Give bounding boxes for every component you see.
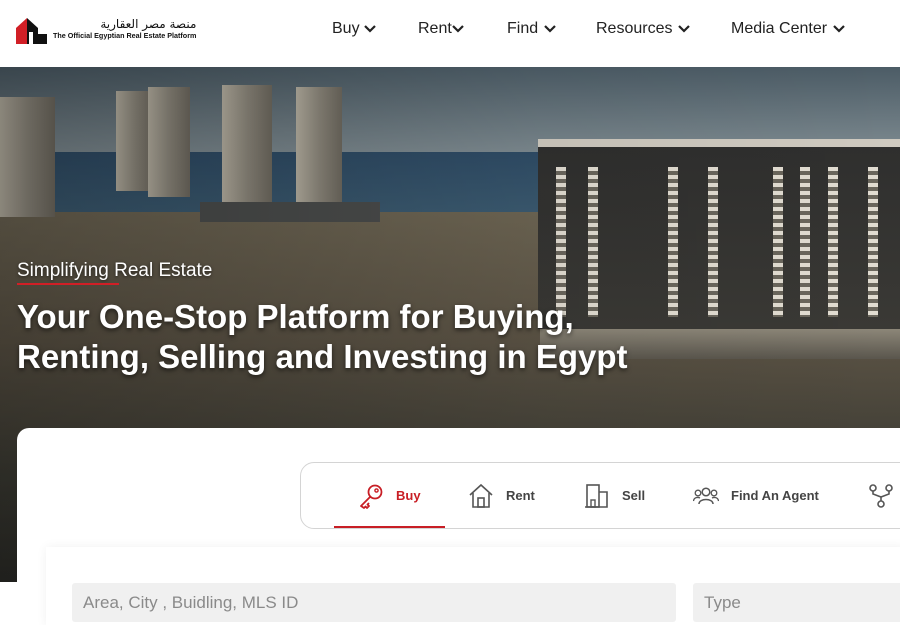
property-type-select[interactable] — [693, 583, 900, 622]
site-logo[interactable]: منصة مصر العقارية The Official Egyptian … — [16, 14, 196, 44]
nav-item-label: Find — [507, 20, 539, 37]
chevron-down-icon — [544, 20, 556, 38]
hero-title: Your One-Stop Platform for Buying, Renti… — [17, 297, 717, 377]
chevron-down-icon — [363, 20, 376, 38]
branch-icon — [869, 483, 893, 509]
tab-label: Rent — [506, 488, 535, 503]
tab-label: Find An Agent — [731, 488, 819, 503]
house-icon — [468, 483, 494, 509]
logo-arabic-text: منصة مصر العقارية — [100, 17, 197, 31]
chevron-down-icon — [452, 20, 464, 38]
logo-mark-icon — [16, 14, 47, 44]
nav-item-rent[interactable]: Rent — [418, 20, 464, 38]
nav-item-resources[interactable]: Resources — [596, 20, 691, 38]
tab-more[interactable] — [869, 463, 900, 528]
nav-item-label: Resources — [596, 20, 673, 37]
nav-item-buy[interactable]: Buy — [332, 20, 376, 38]
active-tab-indicator — [334, 526, 445, 528]
hero-title-line: Renting, Selling and Investing in Egypt — [17, 338, 628, 375]
tab-label: Buy — [396, 488, 421, 503]
hero-kicker-underline — [17, 283, 119, 285]
site-header: منصة مصر العقارية The Official Egyptian … — [0, 0, 900, 67]
nav-item-label: Media Center — [731, 20, 828, 37]
nav-item-label: Buy — [332, 20, 360, 37]
nav-item-media-center[interactable]: Media Center — [731, 20, 845, 38]
nav-item-label: Rent — [418, 20, 452, 37]
search-tabs: Buy Rent Sell Find An Agent — [300, 462, 900, 529]
tab-sell[interactable]: Sell — [584, 463, 645, 528]
hero-kicker: Simplifying Real Estate — [17, 260, 213, 281]
logo-english-text: The Official Egyptian Real Estate Platfo… — [53, 31, 197, 40]
hero-title-line: Your One-Stop Platform for Buying, — [17, 298, 574, 335]
tab-label: Sell — [622, 488, 646, 503]
tab-buy[interactable]: Buy — [358, 463, 421, 528]
key-icon — [358, 483, 384, 509]
nav-item-find[interactable]: Find — [507, 20, 556, 38]
chevron-down-icon — [833, 20, 845, 38]
chevron-down-icon — [678, 20, 691, 38]
agents-icon — [693, 485, 719, 507]
tab-find-an-agent[interactable]: Find An Agent — [693, 463, 819, 528]
building-icon — [584, 483, 610, 509]
location-search-input[interactable] — [72, 583, 676, 622]
tab-rent[interactable]: Rent — [468, 463, 535, 528]
